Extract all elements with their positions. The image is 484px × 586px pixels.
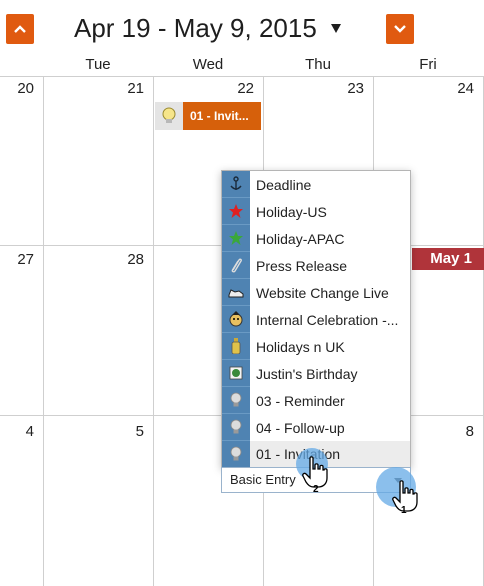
party-face-icon [222,306,250,333]
date-cell[interactable]: 20 [0,80,34,97]
lightbulb-icon [222,414,250,441]
menu-item[interactable]: 03 - Reminder [222,387,410,414]
menu-item[interactable]: Holiday-US [222,198,410,225]
menu-item-label: Holiday-US [256,203,327,220]
date-cell[interactable]: 8 [434,423,474,440]
day-header-tue: Tue [85,56,111,73]
red-star-icon [222,198,250,225]
date-cell[interactable]: 21 [104,80,144,97]
range-dropdown-caret-icon[interactable] [331,24,341,33]
event-type-menu: Deadline Holiday-US Holiday-APAC Press Rele… [221,170,411,468]
menu-item-label: Deadline [256,176,312,193]
menu-item[interactable]: Justin's Birthday [222,360,410,387]
anchor-icon [222,171,250,198]
step-number: 2 [313,484,319,495]
menu-item[interactable]: Website Change Live [222,279,410,306]
date-cell[interactable]: 4 [0,423,34,440]
date-cell[interactable]: 24 [434,80,474,97]
month-start-banner: May 1 [412,248,484,270]
bottle-icon [222,333,250,360]
grid-divider [43,76,44,586]
menu-item[interactable]: 04 - Follow-up [222,414,410,441]
menu-item-label: Internal Celebration -... [256,311,399,328]
day-header-thu: Thu [305,56,331,73]
chevron-up-icon [14,25,26,33]
menu-item[interactable]: Internal Celebration -... [222,306,410,333]
menu-item-label: Holidays n UK [256,338,345,355]
selected-value: Basic Entry [230,472,296,487]
step-number: 1 [401,505,407,516]
event-label: 01 - Invit... [183,102,261,130]
menu-item-label: Press Release [256,257,348,274]
day-header-wed: Wed [192,56,224,73]
date-cell[interactable]: 28 [104,251,144,268]
globe-card-icon [222,360,250,387]
day-header-fri: Fri [419,56,437,73]
grid-divider [153,76,154,586]
menu-item-label: 01 - Invitation [250,441,410,468]
next-range-button[interactable] [386,14,414,44]
lightbulb-icon [155,102,183,130]
menu-item[interactable]: Press Release [222,252,410,279]
sneaker-icon [222,279,250,306]
date-cell[interactable]: 27 [0,251,34,268]
date-range-title[interactable]: Apr 19 - May 9, 2015 [74,13,317,44]
menu-item[interactable]: Holiday-APAC [222,225,410,252]
menu-item[interactable]: Deadline [222,171,410,198]
green-star-icon [222,225,250,252]
lightbulb-icon [222,387,250,414]
date-cell[interactable]: 22 [214,80,254,97]
calendar-event[interactable]: 01 - Invit... [155,102,261,130]
chevron-down-icon [394,25,406,33]
menu-item-label: Holiday-APAC [256,230,345,247]
paperclip-icon [222,252,250,279]
menu-item-label: 03 - Reminder [256,392,345,409]
date-cell[interactable]: 5 [104,423,144,440]
menu-item[interactable]: Holidays n UK [222,333,410,360]
date-cell[interactable]: 23 [324,80,364,97]
menu-item-label: Justin's Birthday [256,365,358,382]
menu-item-label: Website Change Live [256,284,389,301]
menu-item-label: 04 - Follow-up [256,419,345,436]
previous-range-button[interactable] [6,14,34,44]
lightbulb-icon [222,441,250,468]
